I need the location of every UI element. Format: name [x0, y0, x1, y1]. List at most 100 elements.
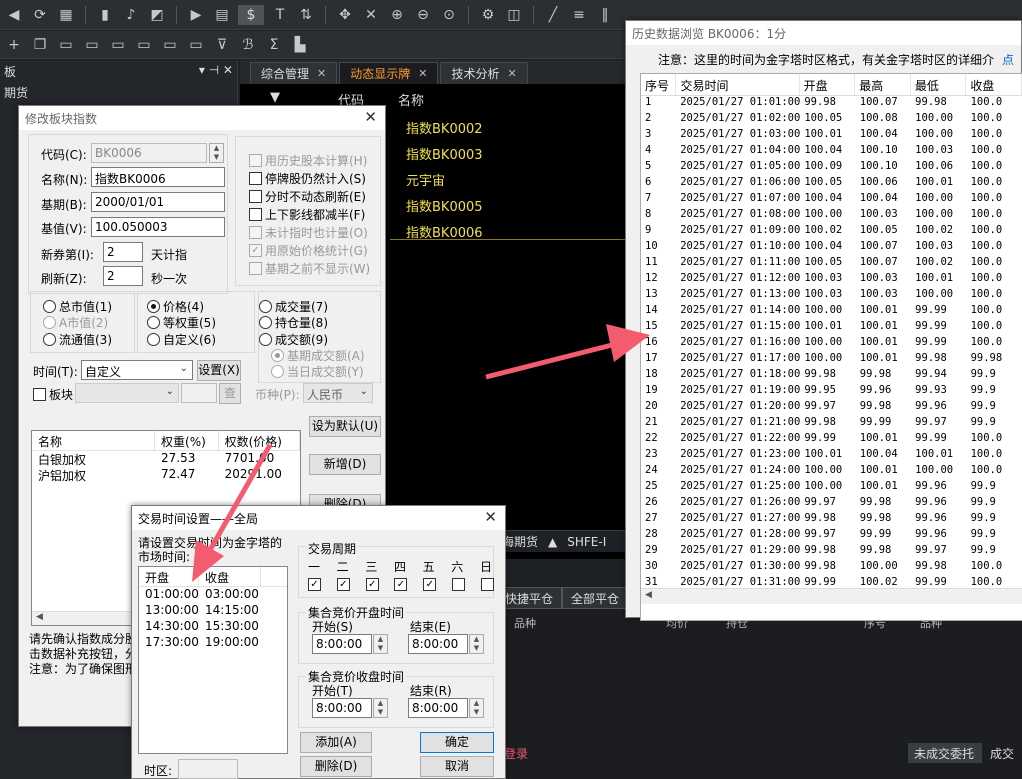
history-row[interactable]: 5 2025/01/27 01:05:00 100.09 100.10 100.06 10…: [641, 160, 1022, 176]
refresh-icon[interactable]: ⟳: [30, 6, 50, 24]
close-icon[interactable]: ✕: [507, 67, 516, 80]
history-row[interactable]: 25 2025/01/27 01:25:00 100.00 100.01 99.96 99…: [641, 480, 1022, 496]
close-icon[interactable]: ✕: [364, 108, 377, 126]
history-row[interactable]: 20 2025/01/27 01:20:00 99.97 99.98 99.96 99.9: [641, 400, 1022, 416]
weekday-checkbox[interactable]: ✓: [394, 578, 408, 591]
radio-volume[interactable]: 成交量(7): [259, 298, 328, 315]
history-row[interactable]: 30 2025/01/27 01:30:00 99.98 100.00 99.98 100…: [641, 560, 1022, 576]
horizontal-scrollbar[interactable]: ◀: [641, 588, 1022, 604]
name-field[interactable]: 指数BK0006: [91, 167, 225, 187]
history-row[interactable]: 26 2025/01/27 01:26:00 99.97 99.98 99.96 99.9: [641, 496, 1022, 512]
pin-icon[interactable]: ▾ ⊣ ✕: [199, 63, 233, 77]
cancel-button[interactable]: 取消: [420, 756, 494, 777]
auction-open-end-field[interactable]: 8:00:00: [408, 634, 468, 654]
history-row[interactable]: 15 2025/01/27 01:15:00 100.01 100.01 99.99 10…: [641, 320, 1022, 336]
line-draw-icon[interactable]: ╱: [543, 6, 563, 24]
note-link[interactable]: 点: [1002, 53, 1014, 67]
login-link[interactable]: 登录: [504, 745, 528, 762]
column-open[interactable]: 开盘: [800, 74, 856, 95]
quote-row[interactable]: 指数BK0005: [406, 196, 483, 215]
trade-time-row[interactable]: 01:00:00 03:00:00: [139, 587, 287, 603]
tab-technical[interactable]: 技术分析 ✕: [440, 62, 528, 84]
grid-icon[interactable]: ▦: [56, 6, 76, 24]
play-icon[interactable]: ▶: [186, 6, 206, 24]
history-row[interactable]: 16 2025/01/27 01:16:00 100.00 100.01 99.99 10…: [641, 336, 1022, 352]
option-no-dynamic-refresh[interactable]: 分时不动态刷新(E): [249, 188, 366, 205]
window-icon[interactable]: ▭: [186, 36, 206, 54]
close-icon[interactable]: ✕: [484, 508, 497, 526]
history-row[interactable]: 21 2025/01/27 01:21:00 99.98 99.99 99.97 99.9: [641, 416, 1022, 432]
history-row[interactable]: 13 2025/01/27 01:13:00 100.03 100.03 100.00 1…: [641, 288, 1022, 304]
add-time-button[interactable]: 添加(A): [300, 732, 372, 753]
option-halve-shadows[interactable]: 上下影线都减半(F): [249, 206, 365, 223]
window-icon[interactable]: ▭: [134, 36, 154, 54]
text-icon[interactable]: T: [270, 6, 290, 24]
column-index[interactable]: 序号: [641, 74, 677, 95]
exchange-tab[interactable]: SHFE-I: [567, 535, 606, 549]
cross-icon[interactable]: ✕: [361, 6, 381, 24]
weekday-checkbox[interactable]: ✓: [336, 578, 350, 591]
column-close[interactable]: 收盘: [966, 74, 1022, 95]
refresh-field[interactable]: 2: [103, 266, 143, 286]
history-row[interactable]: 23 2025/01/27 01:23:00 100.01 100.04 100.01 1…: [641, 448, 1022, 464]
code-spinner[interactable]: ▲ ▼: [209, 143, 224, 163]
history-row[interactable]: 22 2025/01/27 01:22:00 99.99 100.01 99.99 100…: [641, 432, 1022, 448]
scroll-left-icon[interactable]: ◀: [36, 612, 43, 622]
set-default-button[interactable]: 设为默认(U): [309, 416, 381, 437]
close-icon[interactable]: ✕: [317, 67, 326, 80]
radio-price[interactable]: 价格(4): [147, 298, 204, 315]
base-value-field[interactable]: 100.050003: [91, 217, 225, 237]
quote-row[interactable]: 指数BK0003: [406, 144, 483, 163]
history-row[interactable]: 6 2025/01/27 01:06:00 100.05 100.06 100.01 10…: [641, 176, 1022, 192]
tab-filled[interactable]: 成交: [990, 745, 1014, 762]
close-icon[interactable]: ✕: [418, 67, 427, 80]
gear-icon[interactable]: ⚙: [478, 6, 498, 24]
abc-icon[interactable]: ℬ: [238, 36, 258, 54]
sort-icon[interactable]: ⇅: [296, 6, 316, 24]
history-row[interactable]: 18 2025/01/27 01:18:00 99.98 99.98 99.94 99.9: [641, 368, 1022, 384]
radio-daily-turnover[interactable]: 当日成交额(Y): [271, 363, 364, 380]
auction-open-end-spinner[interactable]: ▲ ▼: [469, 634, 484, 654]
plus-icon[interactable]: +: [4, 36, 24, 54]
mouse-icon[interactable]: ◫: [504, 6, 524, 24]
auction-close-start-field[interactable]: 8:00:00: [312, 698, 372, 718]
copy-icon[interactable]: ❐: [30, 36, 50, 54]
radio-custom[interactable]: 自定义(6): [147, 331, 216, 348]
document-icon[interactable]: ▤: [212, 6, 232, 24]
radio-a-market-value[interactable]: A市值(2): [43, 314, 108, 331]
move-icon[interactable]: ✥: [335, 6, 355, 24]
tab-dynamic-board[interactable]: 动态显示牌 ✕: [339, 62, 439, 84]
history-row[interactable]: 12 2025/01/27 01:12:00 100.03 100.03 100.01 1…: [641, 272, 1022, 288]
tab-unfilled-orders[interactable]: 未成交委托: [908, 743, 982, 763]
history-row[interactable]: 14 2025/01/27 01:14:00 100.00 100.01 99.99 10…: [641, 304, 1022, 320]
auction-open-start-field[interactable]: 8:00:00: [312, 634, 372, 654]
filter-icon[interactable]: ⊽: [212, 36, 232, 54]
history-row[interactable]: 27 2025/01/27 01:27:00 99.98 99.98 99.96 99.9: [641, 512, 1022, 528]
window-icon[interactable]: ▭: [56, 36, 76, 54]
history-row[interactable]: 17 2025/01/27 01:17:00 100.00 100.01 99.98 99…: [641, 352, 1022, 368]
history-row[interactable]: 4 2025/01/27 01:04:00 100.04 100.10 100.03 10…: [641, 144, 1022, 160]
code-field[interactable]: BK0006: [91, 143, 207, 163]
history-row[interactable]: 28 2025/01/27 01:28:00 99.97 99.99 99.96 99.9: [641, 528, 1022, 544]
history-row[interactable]: 9 2025/01/27 01:09:00 100.02 100.05 100.02 10…: [641, 224, 1022, 240]
history-row[interactable]: 8 2025/01/27 01:08:00 100.00 100.03 100.00 10…: [641, 208, 1022, 224]
scroll-left-icon[interactable]: ◀: [645, 590, 652, 600]
history-row[interactable]: 11 2025/01/27 01:11:00 100.05 100.07 100.02 1…: [641, 256, 1022, 272]
option-hide-before-base[interactable]: 基期之前不显示(W): [249, 260, 370, 277]
history-row[interactable]: 3 2025/01/27 01:03:00 100.01 100.04 100.00 10…: [641, 128, 1022, 144]
zoom-in-icon[interactable]: ⊕: [387, 6, 407, 24]
component-row[interactable]: 沪铝加权 72.47 20291.00: [32, 467, 300, 483]
base-date-field[interactable]: 2000/01/01: [91, 192, 225, 212]
trade-time-row[interactable]: 14:30:00 15:30:00: [139, 619, 287, 635]
auction-close-end-field[interactable]: 8:00:00: [408, 698, 468, 718]
trade-time-list[interactable]: 开盘 收盘 01:00:00 03:00:00 13:00:00 14:15:00 …: [138, 566, 288, 754]
auction-close-start-spinner[interactable]: ▲ ▼: [373, 698, 388, 718]
column-high[interactable]: 最高: [855, 74, 911, 95]
history-row[interactable]: 2 2025/01/27 01:02:00 100.05 100.08 100.00 10…: [641, 112, 1022, 128]
bar-chart-icon[interactable]: ▮: [95, 6, 115, 24]
currency-select[interactable]: 人民币 ⌄: [303, 383, 373, 403]
left-panel-item[interactable]: 期货: [0, 80, 237, 105]
radio-turnover[interactable]: 成交额(9): [259, 331, 328, 348]
formula-icon[interactable]: Σ: [264, 36, 284, 54]
trade-time-row[interactable]: 13:00:00 14:15:00: [139, 603, 287, 619]
